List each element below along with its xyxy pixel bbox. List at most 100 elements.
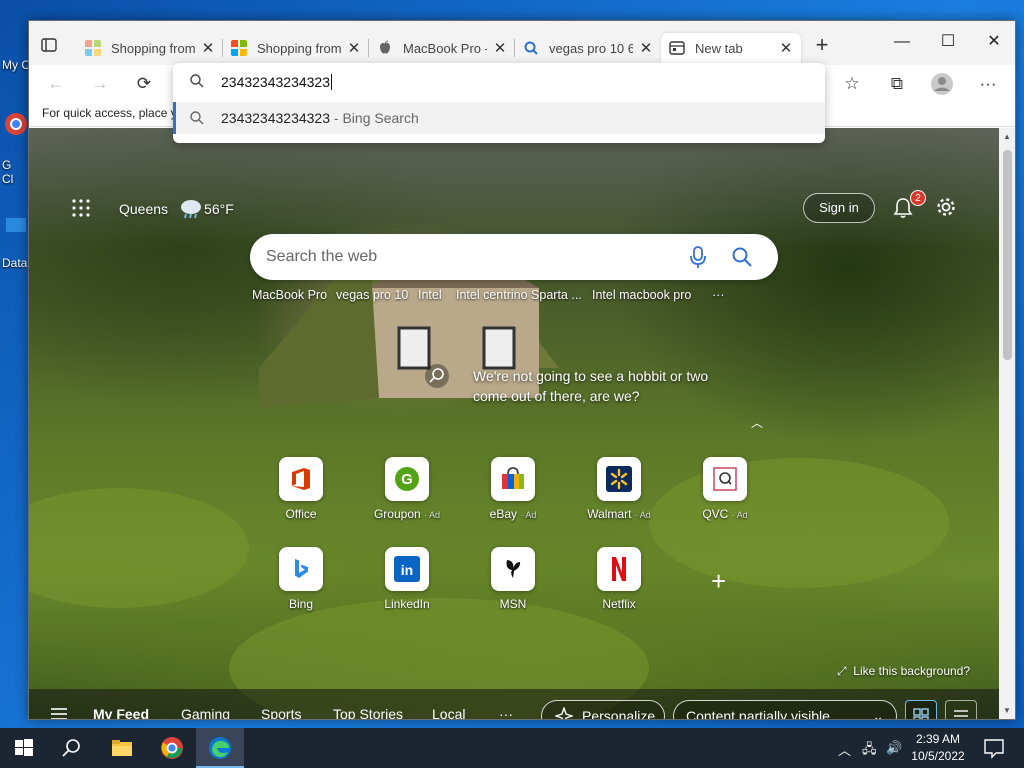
new-tab-page: Queens 56°F Sign in 2 Search the web Mac… xyxy=(29,128,999,719)
quick-link-qvc[interactable]: QVC · Ad xyxy=(685,457,765,521)
minimize-icon[interactable]: — xyxy=(879,29,925,55)
chevron-down-icon: ⌄ xyxy=(872,708,884,719)
address-suggestion[interactable]: 23432343234323 - Bing Search xyxy=(173,102,825,134)
volume-icon[interactable]: 🔊 xyxy=(886,740,902,756)
tab-shopping-2[interactable]: Shopping from ✕ xyxy=(223,33,369,63)
browser-window: Shopping from ✕ Shopping from ✕ MacBook … xyxy=(28,20,1016,720)
sign-in-button[interactable]: Sign in xyxy=(803,193,875,223)
edge-icon xyxy=(209,737,231,759)
apple-icon xyxy=(380,40,390,54)
search-icon xyxy=(190,74,204,88)
quick-link-label: LinkedIn xyxy=(384,597,430,611)
address-input[interactable]: 23432343234323 xyxy=(173,63,825,100)
forward-icon[interactable]: → xyxy=(87,71,113,97)
network-icon[interactable]: 🖧 xyxy=(862,740,877,762)
quick-link-bing[interactable]: Bing xyxy=(261,547,341,611)
scrollbar-thumb[interactable] xyxy=(1003,150,1012,360)
web-search-box[interactable]: Search the web xyxy=(250,234,778,280)
maximize-icon[interactable]: ☐ xyxy=(925,29,971,55)
microphone-icon[interactable] xyxy=(688,245,708,269)
folder-icon xyxy=(6,218,26,232)
close-icon[interactable]: ✕ xyxy=(493,39,507,57)
scroll-down-arrow-icon[interactable]: ▼ xyxy=(1003,706,1011,715)
close-window-icon[interactable]: ✕ xyxy=(971,29,1017,55)
quick-link-label: Netflix xyxy=(602,597,636,611)
windows-start-icon[interactable] xyxy=(12,736,36,760)
quick-link-netflix[interactable]: Netflix xyxy=(579,547,659,611)
settings-gear-icon[interactable] xyxy=(935,196,957,218)
quick-link-linkedin[interactable]: in LinkedIn xyxy=(367,547,447,611)
list-view-toggle[interactable] xyxy=(945,700,977,719)
scroll-up-arrow-icon[interactable]: ▲ xyxy=(1003,132,1011,141)
chevron-up-icon[interactable]: ︿ xyxy=(838,740,851,759)
trending-item[interactable]: MacBook Pro xyxy=(252,288,327,302)
search-icon[interactable] xyxy=(60,736,84,760)
web-search-placeholder: Search the web xyxy=(266,248,378,265)
notification-center-icon[interactable] xyxy=(982,736,1006,760)
new-tab-plus-icon[interactable]: + xyxy=(811,34,833,57)
close-icon[interactable]: ✕ xyxy=(639,39,653,57)
profile-icon[interactable] xyxy=(929,71,955,97)
groupon-logo-icon: G xyxy=(385,457,429,501)
personalize-button[interactable]: Personalize xyxy=(541,700,665,719)
tab-macbook[interactable]: MacBook Pro - ✕ xyxy=(369,33,515,63)
feed-tab-sports[interactable]: Sports xyxy=(261,706,301,719)
netflix-logo-icon xyxy=(597,547,641,591)
add-shortcut-plus-icon[interactable]: + xyxy=(711,568,726,594)
weather-widget[interactable]: Queens 56°F xyxy=(119,198,234,220)
close-icon[interactable]: ✕ xyxy=(347,39,361,57)
office-logo-icon xyxy=(279,457,323,501)
close-icon[interactable]: ✕ xyxy=(201,39,215,57)
back-icon[interactable]: ← xyxy=(43,71,69,97)
quick-link-label: Walmart xyxy=(587,507,632,521)
trending-item[interactable]: Intel centrino Sparta ... xyxy=(456,288,582,302)
tab-vegas-search[interactable]: vegas pro 10 6 ✕ xyxy=(515,33,661,63)
grid-view-toggle[interactable] xyxy=(905,700,937,719)
ebay-bag-icon xyxy=(491,457,535,501)
tab-new-tab[interactable]: New tab ✕ xyxy=(661,33,801,63)
chevron-up-icon[interactable]: ︿ xyxy=(751,414,763,431)
trending-more[interactable]: ··· xyxy=(712,288,725,302)
tab-actions-icon[interactable] xyxy=(39,35,59,55)
feed-tab-my-feed[interactable]: My Feed xyxy=(93,706,149,719)
file-explorer-icon[interactable] xyxy=(110,736,134,760)
system-clock[interactable]: 2:39 AM 10/5/2022 xyxy=(906,731,970,765)
personalize-label: Personalize xyxy=(582,708,656,719)
bing-logo-icon xyxy=(279,547,323,591)
refresh-icon[interactable]: ⟳ xyxy=(131,71,157,97)
trending-item[interactable]: Intel macbook pro xyxy=(592,288,691,302)
quick-link-office[interactable]: Office xyxy=(261,457,341,521)
quick-link-label: Groupon xyxy=(373,507,421,521)
clock-time: 2:39 AM xyxy=(915,732,961,746)
quick-link-walmart[interactable]: Walmart · Ad xyxy=(579,457,659,521)
chrome-icon[interactable] xyxy=(160,736,184,760)
favorites-icon[interactable]: ☆ xyxy=(839,71,865,97)
feed-tab-top-stories[interactable]: Top Stories xyxy=(333,706,403,719)
feed-more-icon[interactable]: ··· xyxy=(499,706,513,719)
tab-title: New tab xyxy=(695,40,743,56)
collections-icon[interactable]: ⧉ xyxy=(884,71,910,97)
close-icon[interactable]: ✕ xyxy=(779,39,793,57)
quick-link-groupon[interactable]: G Groupon · Ad xyxy=(367,457,447,521)
trending-item[interactable]: Intel xyxy=(418,288,442,302)
background-hill xyxy=(29,488,249,608)
background-caption[interactable]: We're not going to see a hobbit or two c… xyxy=(473,366,733,406)
tab-shopping-1[interactable]: Shopping from ✕ xyxy=(77,33,223,63)
vertical-scrollbar[interactable]: ▲ ▼ xyxy=(999,128,1015,719)
apps-grid-icon[interactable] xyxy=(71,198,91,218)
more-icon[interactable]: ··· xyxy=(975,71,1001,97)
content-visibility-dropdown[interactable]: Content partially visible ⌄ xyxy=(673,700,897,719)
quick-link-ebay[interactable]: eBay · Ad xyxy=(473,457,553,521)
hamburger-menu-icon[interactable] xyxy=(51,708,67,719)
feed-tab-local[interactable]: Local xyxy=(432,706,465,719)
taskbar-edge-active[interactable] xyxy=(196,728,244,768)
tab-title: vegas pro 10 6 xyxy=(549,40,633,56)
quick-link-msn[interactable]: MSN xyxy=(473,547,553,611)
trending-item[interactable]: vegas pro 10 xyxy=(336,288,408,302)
search-icon[interactable] xyxy=(730,245,754,269)
feed-tab-gaming[interactable]: Gaming xyxy=(181,706,230,719)
like-background-link[interactable]: ⤢ Like this background? xyxy=(837,664,970,679)
linkedin-logo-icon: in xyxy=(385,547,429,591)
image-info-search-icon[interactable] xyxy=(425,364,449,388)
text-caret xyxy=(331,74,333,90)
